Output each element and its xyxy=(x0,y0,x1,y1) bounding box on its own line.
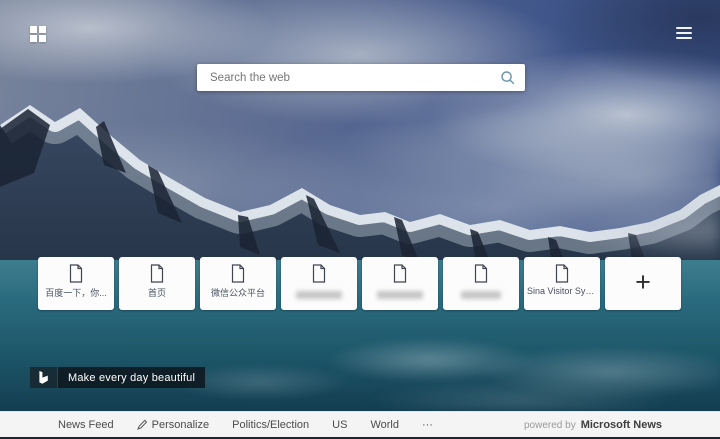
tab-label: Politics/Election xyxy=(232,418,310,431)
world-tab[interactable]: World xyxy=(370,419,399,431)
tile-wechat-platform[interactable]: 微信公众平台 xyxy=(200,257,276,310)
tab-label: US xyxy=(332,418,348,431)
redacted-label xyxy=(296,291,342,299)
lake-reflections xyxy=(0,300,720,411)
search-icon xyxy=(501,70,515,84)
redacted-label xyxy=(377,291,423,299)
add-site-tile[interactable]: + xyxy=(605,257,681,310)
document-icon xyxy=(474,264,488,283)
redacted-label xyxy=(461,291,501,299)
tab-label: News Feed xyxy=(58,418,114,431)
tab-label: World xyxy=(370,418,399,431)
document-icon xyxy=(69,264,83,283)
tile-redacted-1[interactable] xyxy=(281,257,357,310)
document-icon xyxy=(150,264,164,283)
bing-tagline: Make every day beautiful xyxy=(58,367,206,388)
us-tab[interactable]: US xyxy=(332,419,347,431)
tile-redacted-3[interactable] xyxy=(443,257,519,310)
powered-by: powered by Microsoft News xyxy=(524,419,662,431)
tab-label: Personalize xyxy=(151,418,210,431)
tile-sina-visitor[interactable]: Sina Visitor Sys... xyxy=(524,257,600,310)
bing-logo-box xyxy=(30,367,57,388)
bing-wallpaper-badge[interactable]: Make every day beautiful xyxy=(30,367,206,388)
document-icon xyxy=(555,264,569,283)
document-icon xyxy=(312,264,326,283)
windows-logo-quadrant xyxy=(39,26,46,33)
cloud-overlay xyxy=(0,110,720,270)
news-feed-tab[interactable]: News Feed xyxy=(58,419,114,431)
tile-label: 百度一下，你... xyxy=(45,288,107,298)
hamburger-icon xyxy=(676,37,692,39)
document-icon xyxy=(231,264,245,283)
top-sites-row: 百度一下，你... 首页 微信公众平台 Sina Visitor Sys... … xyxy=(38,257,681,310)
hamburger-icon xyxy=(676,32,692,34)
tile-label: 首页 xyxy=(147,288,166,298)
hamburger-icon xyxy=(676,27,692,29)
windows-logo-button[interactable] xyxy=(30,26,46,42)
ellipsis-icon: ··· xyxy=(421,418,433,431)
news-feed-bar: News Feed Personalize Politics/Election … xyxy=(0,411,720,437)
news-menu: News Feed Personalize Politics/Election … xyxy=(58,419,433,431)
microsoft-news-link[interactable]: Microsoft News xyxy=(581,419,662,431)
tile-redacted-2[interactable] xyxy=(362,257,438,310)
search-bar xyxy=(197,64,525,91)
pencil-icon xyxy=(136,419,147,430)
search-input[interactable] xyxy=(197,64,491,91)
tile-label: Sina Visitor Sys... xyxy=(527,286,597,296)
powered-by-label: powered by xyxy=(524,419,576,431)
more-tabs-button[interactable]: ··· xyxy=(422,419,433,431)
document-icon xyxy=(393,264,407,283)
windows-logo-quadrant xyxy=(30,26,37,33)
new-tab-page: 百度一下，你... 首页 微信公众平台 Sina Visitor Sys... … xyxy=(0,0,720,439)
windows-logo-quadrant xyxy=(39,35,46,42)
politics-election-tab[interactable]: Politics/Election xyxy=(232,419,309,431)
windows-logo-quadrant xyxy=(30,35,37,42)
tile-baidu[interactable]: 百度一下，你... xyxy=(38,257,114,310)
personalize-button[interactable]: Personalize xyxy=(136,418,210,431)
search-button[interactable] xyxy=(491,64,525,91)
hamburger-menu-button[interactable] xyxy=(676,27,692,42)
tile-label: 微信公众平台 xyxy=(210,288,265,298)
plus-icon: + xyxy=(635,267,651,297)
tile-homepage[interactable]: 首页 xyxy=(119,257,195,310)
bing-logo-icon xyxy=(39,370,48,384)
